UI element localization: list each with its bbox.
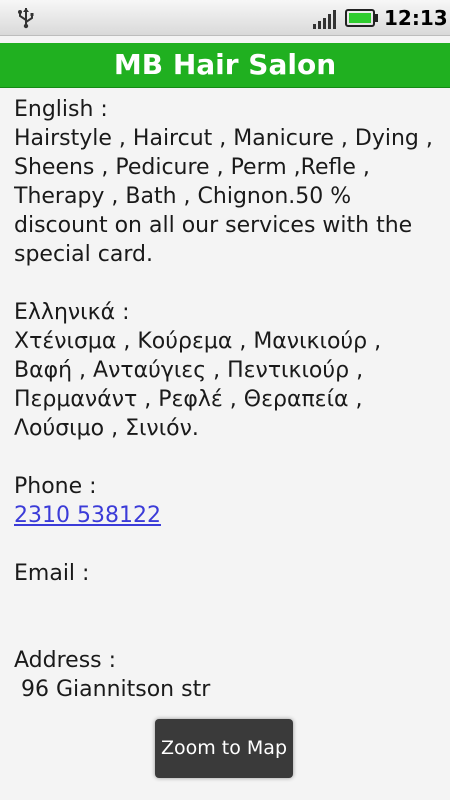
salon-details[interactable]: English : Hairstyle , Haircut , Manicure… — [14, 95, 442, 715]
greek-heading: Ελληνικά : — [14, 300, 130, 325]
phone-link[interactable]: 2310 538122 — [14, 503, 161, 528]
signal-icon — [313, 10, 336, 29]
phone-heading: Phone : — [14, 474, 97, 499]
battery-icon — [345, 9, 378, 27]
status-bar: 12:13 — [0, 0, 450, 36]
zoom-to-map-button[interactable]: Zoom to Map — [155, 719, 293, 778]
greek-services: Χτένισμα , Κούρεμα , Μανικιούρ , Βαφή , … — [14, 329, 382, 441]
address-value: 96 Giannitson str — [14, 677, 211, 702]
app-title: MB Hair Salon — [0, 43, 450, 87]
usb-icon — [18, 8, 34, 29]
status-clock: 12:13 — [384, 6, 448, 30]
email-heading: Email : — [14, 561, 90, 586]
address-heading: Address : — [14, 648, 117, 673]
english-services: Hairstyle , Haircut , Manicure , Dying ,… — [14, 126, 433, 267]
english-heading: English : — [14, 97, 108, 122]
